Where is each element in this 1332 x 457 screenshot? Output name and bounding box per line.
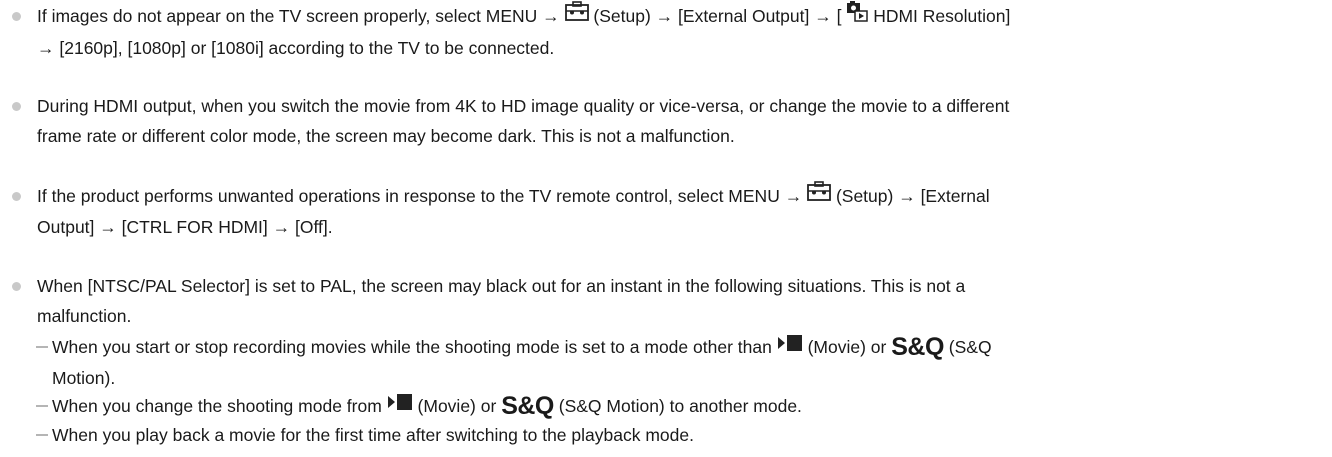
bullet-icon [12,12,21,21]
note-text-line: Output] → [CTRL FOR HDMI] → [Off]. [37,217,333,238]
note-text: When [NTSC/PAL Selector] is set to PAL, … [37,271,1322,331]
sub-text-line: When you play back a movie for the first… [52,425,694,445]
bullet-icon [12,282,21,291]
sub-item-text: When you change the shooting mode from (… [52,391,1322,422]
note-text-line: frame rate or different color mode, the … [37,126,735,146]
bullet-icon [12,102,21,111]
sub-text-segment: When you start or stop recording movies … [52,337,772,357]
note-text-line: During HDMI output, when you switch the … [37,96,1010,116]
sub-text-segment: (S&Q Motion) to another mode. [558,396,802,416]
movie-mode-icon [387,390,413,420]
movie-mode-icon [777,331,803,361]
sub-text-segment: (Movie) or [417,396,497,416]
movie-photo-icon [846,0,869,31]
note-text: During HDMI output, when you switch the … [37,91,1322,151]
dash-icon [36,434,48,436]
note-text-segment: (Setup) → [External [835,186,990,206]
note-text-line: When [NTSC/PAL Selector] is set to PAL, … [37,276,966,296]
sub-item-text: When you start or stop recording movies … [52,332,1322,393]
s-and-q-icon: S&Q [501,392,554,421]
s-and-q-icon: S&Q [891,333,944,362]
hdmi-notes-list: If images do not appear on the TV screen… [0,0,1332,457]
bullet-icon [12,192,21,201]
dash-icon [36,405,48,407]
note-text-segment: HDMI Resolution] [873,6,1011,26]
sub-text-segment: (S&Q [948,337,992,357]
note-text: If the product performs unwanted operati… [37,181,1322,242]
setup-toolbox-icon [807,180,831,210]
note-text-segment: (Setup) → [External Output] → [ [593,6,842,26]
sub-text-segment: (Movie) or [807,337,887,357]
setup-toolbox-icon [564,0,589,30]
note-text-line: → [2160p], [1080p] or [1080i] according … [37,37,555,58]
sub-item-text: When you play back a movie for the first… [52,420,1322,450]
note-text-segment: If the product performs unwanted operati… [37,186,803,206]
sub-text-segment: When you change the shooting mode from [52,396,382,416]
note-text: If images do not appear on the TV screen… [37,0,1322,63]
note-text-segment: If images do not appear on the TV screen… [37,6,560,26]
sub-text-line: Motion). [52,368,116,389]
note-text-line: malfunction. [37,306,132,326]
dash-icon [36,346,48,348]
